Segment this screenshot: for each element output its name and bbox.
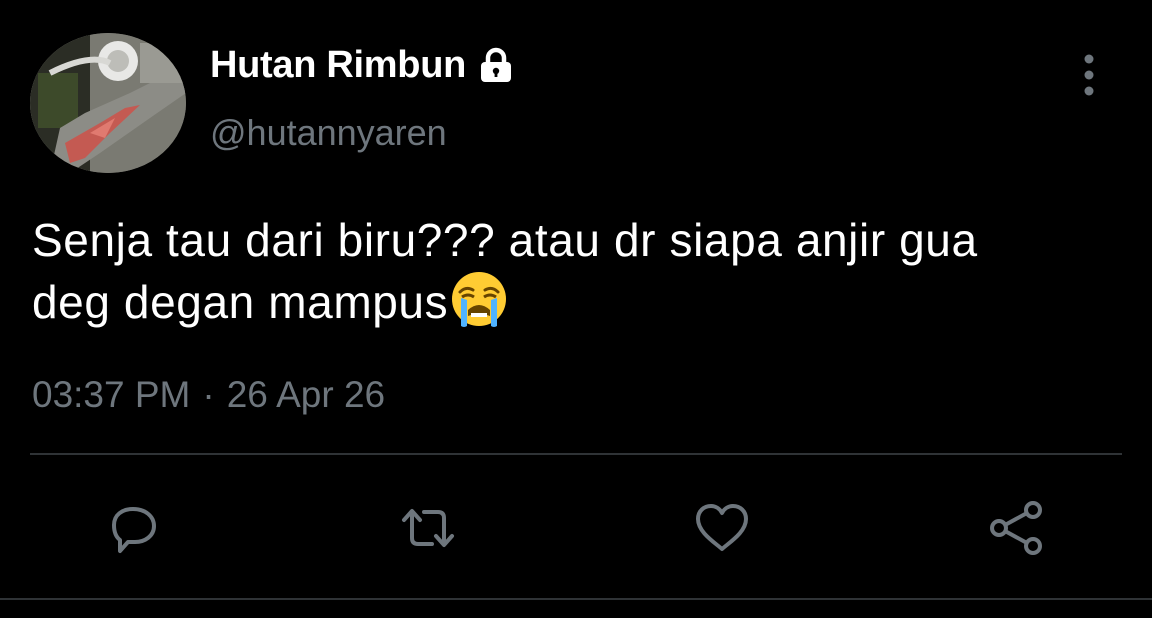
tweet-date: 26 Apr 26 xyxy=(226,374,386,415)
reply-icon xyxy=(112,507,156,553)
more-vertical-icon xyxy=(1084,54,1094,96)
like-button[interactable] xyxy=(692,498,752,558)
reply-button[interactable] xyxy=(104,498,164,558)
timestamp-separator: · xyxy=(202,374,215,415)
display-name[interactable]: Hutan Rimbun xyxy=(210,44,516,87)
divider xyxy=(0,598,1152,600)
tweet-time: 03:37 PM xyxy=(32,374,191,415)
share-button[interactable] xyxy=(986,498,1046,558)
lock-icon xyxy=(476,46,516,86)
tweet-text-line: deg degan mampus xyxy=(32,270,1122,332)
tweet-text: Senja tau dari biru??? atau dr siapa anj… xyxy=(32,210,1122,332)
loudly-crying-face-emoji-icon xyxy=(450,270,508,328)
tweet-text-line: Senja tau dari biru??? atau dr siapa anj… xyxy=(32,214,978,266)
avatar-photo xyxy=(30,33,186,173)
handle[interactable]: @hutannyaren xyxy=(210,112,447,154)
avatar[interactable] xyxy=(30,33,186,173)
more-options-button[interactable] xyxy=(1072,52,1106,98)
heart-icon xyxy=(696,504,748,551)
retweet-button[interactable] xyxy=(398,498,458,558)
display-name-text[interactable]: Hutan Rimbun xyxy=(210,44,466,87)
divider xyxy=(30,453,1122,455)
tweet-text-line-content: deg degan mampus xyxy=(32,276,449,328)
tweet-timestamp[interactable]: 03:37 PM · 26 Apr 26 xyxy=(32,374,385,416)
share-icon xyxy=(990,501,1042,555)
retweet-icon xyxy=(402,509,454,547)
